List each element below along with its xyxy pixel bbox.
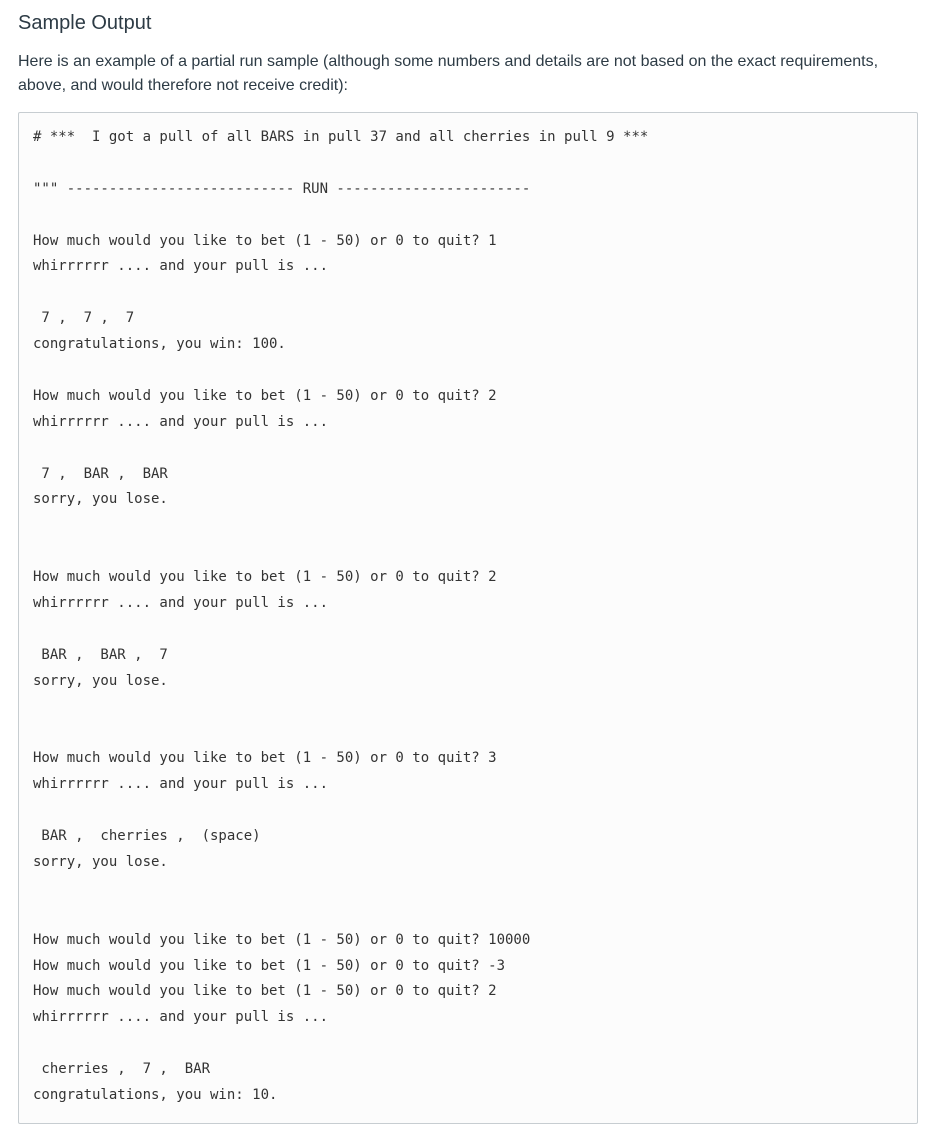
sample-output-code: # *** I got a pull of all BARS in pull 3… [18,112,918,1124]
page: Sample Output Here is an example of a pa… [0,0,936,1142]
section-heading: Sample Output [18,8,918,38]
intro-paragraph: Here is an example of a partial run samp… [18,50,918,98]
